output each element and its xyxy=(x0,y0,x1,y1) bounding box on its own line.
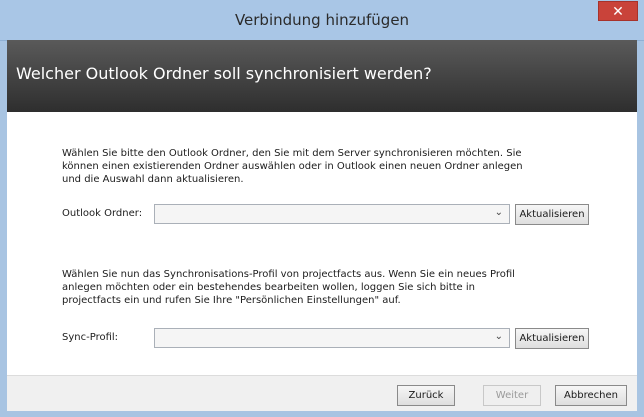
dialog-window: Verbindung hinzufügen ✕ Welcher Outlook … xyxy=(0,0,644,417)
sync-profile-select[interactable]: ⌄ xyxy=(154,328,510,348)
chevron-down-icon: ⌄ xyxy=(494,331,503,342)
outlook-description-line: Wählen Sie bitte den Outlook Ordner, den… xyxy=(62,148,522,159)
cancel-button[interactable]: Abbrechen xyxy=(555,385,627,406)
sync-description-line: Wählen Sie nun das Synchronisations-Prof… xyxy=(62,269,515,280)
outlook-description-line: können einen existierenden Ordner auswäh… xyxy=(62,161,523,172)
window-title: Verbindung hinzufügen xyxy=(234,11,410,29)
outlook-folder-label: Outlook Ordner: xyxy=(62,208,143,219)
next-button[interactable]: Weiter xyxy=(483,385,541,406)
chevron-down-icon: ⌄ xyxy=(494,207,503,218)
sync-description-line: projectfacts ein und rufen Sie Ihre "Per… xyxy=(62,295,401,306)
close-icon: ✕ xyxy=(612,4,624,20)
outlook-folder-select[interactable]: ⌄ xyxy=(154,204,510,224)
header-band: Welcher Outlook Ordner soll synchronisie… xyxy=(7,40,637,112)
title-bar[interactable]: Verbindung hinzufügen ✕ xyxy=(0,0,644,41)
footer-bar: Zurück Weiter Abbrechen xyxy=(7,375,637,411)
page-question: Welcher Outlook Ordner soll synchronisie… xyxy=(16,64,432,83)
sync-refresh-button[interactable]: Aktualisieren xyxy=(515,328,589,349)
outlook-refresh-button[interactable]: Aktualisieren xyxy=(515,204,589,225)
close-button[interactable]: ✕ xyxy=(598,1,638,21)
dialog-content: Welcher Outlook Ordner soll synchronisie… xyxy=(7,40,637,411)
outlook-description-line: und die Auswahl dann aktualisieren. xyxy=(62,174,244,185)
sync-description-line: anlegen möchten oder ein bestehendes bea… xyxy=(62,282,475,293)
sync-profile-label: Sync-Profil: xyxy=(62,332,119,343)
outlook-description: Wählen Sie bitte den Outlook Ordner, den… xyxy=(62,147,582,186)
back-button[interactable]: Zurück xyxy=(397,385,455,406)
sync-description: Wählen Sie nun das Synchronisations-Prof… xyxy=(62,268,582,307)
